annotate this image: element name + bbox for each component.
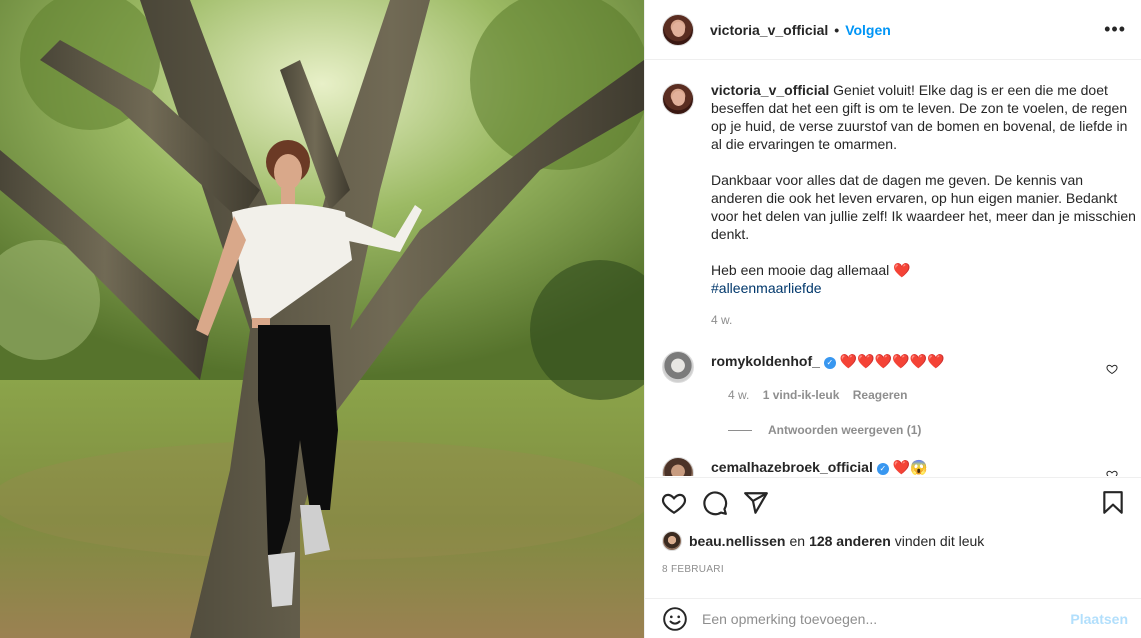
post-comment-button[interactable]: Plaatsen [1070, 611, 1128, 627]
header-separator: • [834, 21, 840, 38]
instagram-post-modal: victoria_v_official • Volgen ••• victori… [0, 0, 1141, 638]
heart-icon[interactable] [661, 490, 687, 516]
post-header: victoria_v_official • Volgen ••• [645, 0, 1141, 60]
author-avatar[interactable] [662, 13, 694, 46]
comment-input[interactable] [702, 610, 1042, 627]
commenter-avatar[interactable] [662, 351, 694, 383]
comment-likes-count[interactable]: 1 vind-ik-leuk [763, 388, 840, 402]
post-side-panel: victoria_v_official • Volgen ••• victori… [644, 0, 1141, 638]
likes-summary: beau.nellissen en 128 anderen vinden dit… [662, 531, 984, 551]
author-username[interactable]: victoria_v_official [710, 22, 828, 38]
commenter-username[interactable]: cemalhazebroek_official [711, 459, 873, 475]
post-photo[interactable] [0, 0, 644, 638]
comment-text: ❤️😱 [892, 459, 928, 475]
photo-woman-in-tree [0, 0, 644, 638]
paper-plane-icon[interactable] [743, 490, 769, 516]
commenter-username[interactable]: romykoldenhof_ [711, 353, 820, 369]
comment-like-heart-icon[interactable] [1106, 469, 1118, 476]
comments-scroll-area[interactable]: victoria_v_official Geniet voluit! Elke … [645, 61, 1141, 476]
caption-text: victoria_v_official Geniet voluit! Elke … [711, 81, 1136, 297]
comment-text: ❤️❤️❤️❤️❤️❤️ [839, 353, 945, 369]
smiley-icon[interactable] [662, 606, 688, 632]
comment-age: 4 w. [728, 388, 750, 402]
reply-button[interactable]: Reageren [853, 388, 908, 402]
bookmark-icon[interactable] [1100, 490, 1126, 516]
likes-suffix: vinden dit leuk [894, 533, 985, 549]
verified-badge-icon: ✓ [823, 357, 836, 369]
red-heart-emoji: ❤️ [893, 262, 911, 278]
caption-age: 4 w. [711, 313, 733, 327]
more-options-icon[interactable]: ••• [1104, 19, 1126, 39]
follow-button[interactable]: Volgen [845, 22, 891, 38]
liker-avatar[interactable] [662, 531, 682, 551]
caption-author-avatar[interactable] [662, 83, 694, 115]
commenter-avatar[interactable] [662, 457, 694, 476]
comment-line: cemalhazebroek_official ✓ ❤️😱 [711, 459, 928, 476]
caption-paragraph-3: Heb een mooie dag allemaal [711, 262, 890, 278]
comment-icon[interactable] [702, 490, 728, 516]
verified-badge-icon: ✓ [876, 463, 889, 475]
caption-username[interactable]: victoria_v_official [711, 82, 829, 98]
comment-meta: 4 w. 1 vind-ik-leuk Reageren [728, 388, 917, 402]
likes-connector: en [789, 533, 806, 549]
action-bar [645, 477, 1141, 525]
comment-like-heart-icon[interactable] [1106, 363, 1118, 375]
add-comment-bar: Plaatsen [645, 598, 1141, 638]
replies-divider [728, 429, 752, 431]
post-date[interactable]: 8 FEBRUARI [662, 564, 724, 575]
view-replies-button[interactable]: Antwoorden weergeven (1) [728, 423, 921, 437]
others-likes-link[interactable]: 128 anderen [809, 533, 891, 549]
caption-paragraph-2: Dankbaar voor alles dat de dagen me geve… [711, 172, 1136, 242]
comment-line: romykoldenhof_ ✓ ❤️❤️❤️❤️❤️❤️ [711, 353, 945, 370]
view-replies-label: Antwoorden weergeven (1) [768, 423, 922, 437]
first-liker-username[interactable]: beau.nellissen [689, 533, 785, 549]
hashtag-link[interactable]: #alleenmaarliefde [711, 280, 822, 296]
